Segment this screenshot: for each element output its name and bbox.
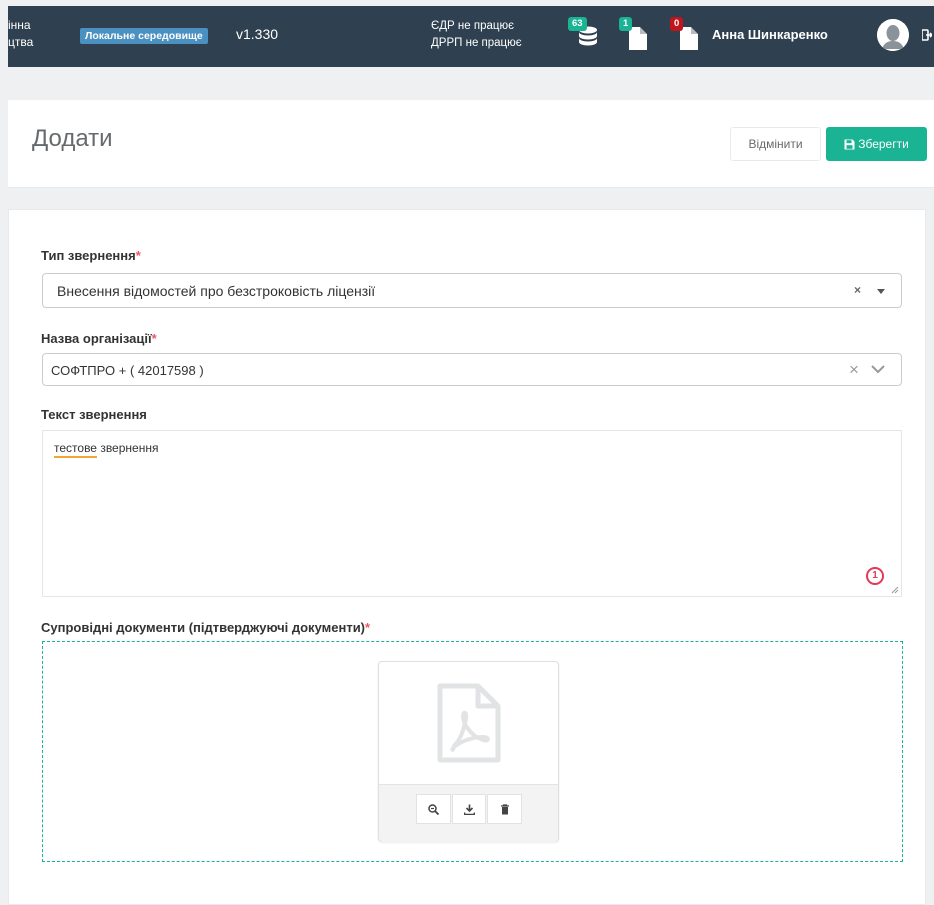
database-notifications[interactable]: 63 [568, 17, 598, 51]
user-name[interactable]: Анна Шинкаренко [712, 27, 828, 42]
edr-status: ЄДР не працює [431, 20, 514, 32]
file-actions-group [416, 794, 523, 824]
page-title: Додати [32, 125, 113, 152]
download-icon [463, 804, 475, 815]
avatar[interactable] [877, 19, 909, 51]
pdf-icon [437, 683, 500, 763]
brand-name[interactable]: інна цтва [8, 17, 33, 51]
file-dropzone[interactable] [42, 641, 903, 862]
environment-badge: Локальне середовище [80, 28, 208, 44]
request-text-value: тестове звернення [54, 441, 159, 458]
request-type-select[interactable]: Внесення відомостей про безстроковість л… [42, 273, 902, 308]
notification-count: 0 [670, 17, 684, 31]
page-header: Додати Відмінити Зберегти [8, 100, 934, 188]
clear-organization-button[interactable]: × [849, 360, 859, 380]
request-type-value: Внесення відомостей про безстроковість л… [57, 283, 376, 299]
service-status: ЄДР не працює ДРРП не працює [431, 18, 522, 52]
logout-icon[interactable] [922, 29, 932, 41]
request-type-label-text: Тип звернення [41, 248, 136, 263]
request-type-label: Тип звернення* [41, 248, 141, 263]
required-mark: * [151, 331, 157, 346]
clear-request-type-button[interactable]: × [854, 283, 861, 297]
zoom-icon [428, 803, 439, 815]
request-text-label: Текст звернення [41, 407, 147, 422]
file-thumbnail[interactable] [378, 661, 559, 842]
delete-icon [500, 803, 509, 814]
organization-label-text: Назва організації [41, 331, 152, 346]
alert-notifications[interactable]: 0 [670, 17, 700, 51]
resize-grip-icon[interactable] [890, 585, 899, 594]
cancel-label: Відмінити [748, 137, 803, 151]
request-text-area[interactable]: тестове звернення 1 [42, 430, 902, 597]
organization-label: Назва організації* [41, 331, 157, 346]
brand-line-1: інна [8, 18, 31, 32]
document-notifications[interactable]: 1 [619, 17, 649, 51]
required-mark: * [135, 248, 141, 263]
download-button[interactable] [451, 794, 487, 824]
notification-count: 1 [619, 17, 633, 31]
documents-label: Супровідні документи (підтверджуючі доку… [41, 620, 370, 635]
grammar-counter-badge[interactable]: 1 [866, 567, 884, 585]
drrp-status: ДРРП не працює [431, 37, 522, 49]
save-button[interactable]: Зберегти [826, 127, 927, 161]
user-icon [877, 19, 909, 51]
notification-count: 63 [568, 17, 587, 31]
spellcheck-word: тестове [54, 441, 97, 458]
save-label: Зберегти [858, 137, 909, 151]
documents-label-text: Супровідні документи (підтверджуючі доку… [41, 620, 366, 635]
organization-select[interactable]: СОФТПРО + ( 42017598 ) × [42, 353, 902, 386]
request-text-rest: звернення [96, 441, 159, 455]
version-label: v1.330 [236, 26, 279, 42]
brand-line-2: цтва [8, 35, 34, 49]
file-actions-bar [379, 784, 558, 842]
organization-value: СОФТПРО + ( 42017598 ) [51, 363, 204, 378]
file-preview [379, 662, 558, 784]
zoom-button[interactable] [416, 794, 451, 824]
floppy-icon [844, 139, 855, 149]
cancel-button[interactable]: Відмінити [730, 127, 821, 161]
top-navbar: інна цтва Локальне середовище v1.330 ЄДР… [8, 6, 934, 67]
chevron-down-icon[interactable] [871, 365, 885, 374]
required-mark: * [365, 620, 371, 635]
delete-button[interactable] [487, 794, 523, 824]
caret-down-icon[interactable] [877, 289, 885, 294]
